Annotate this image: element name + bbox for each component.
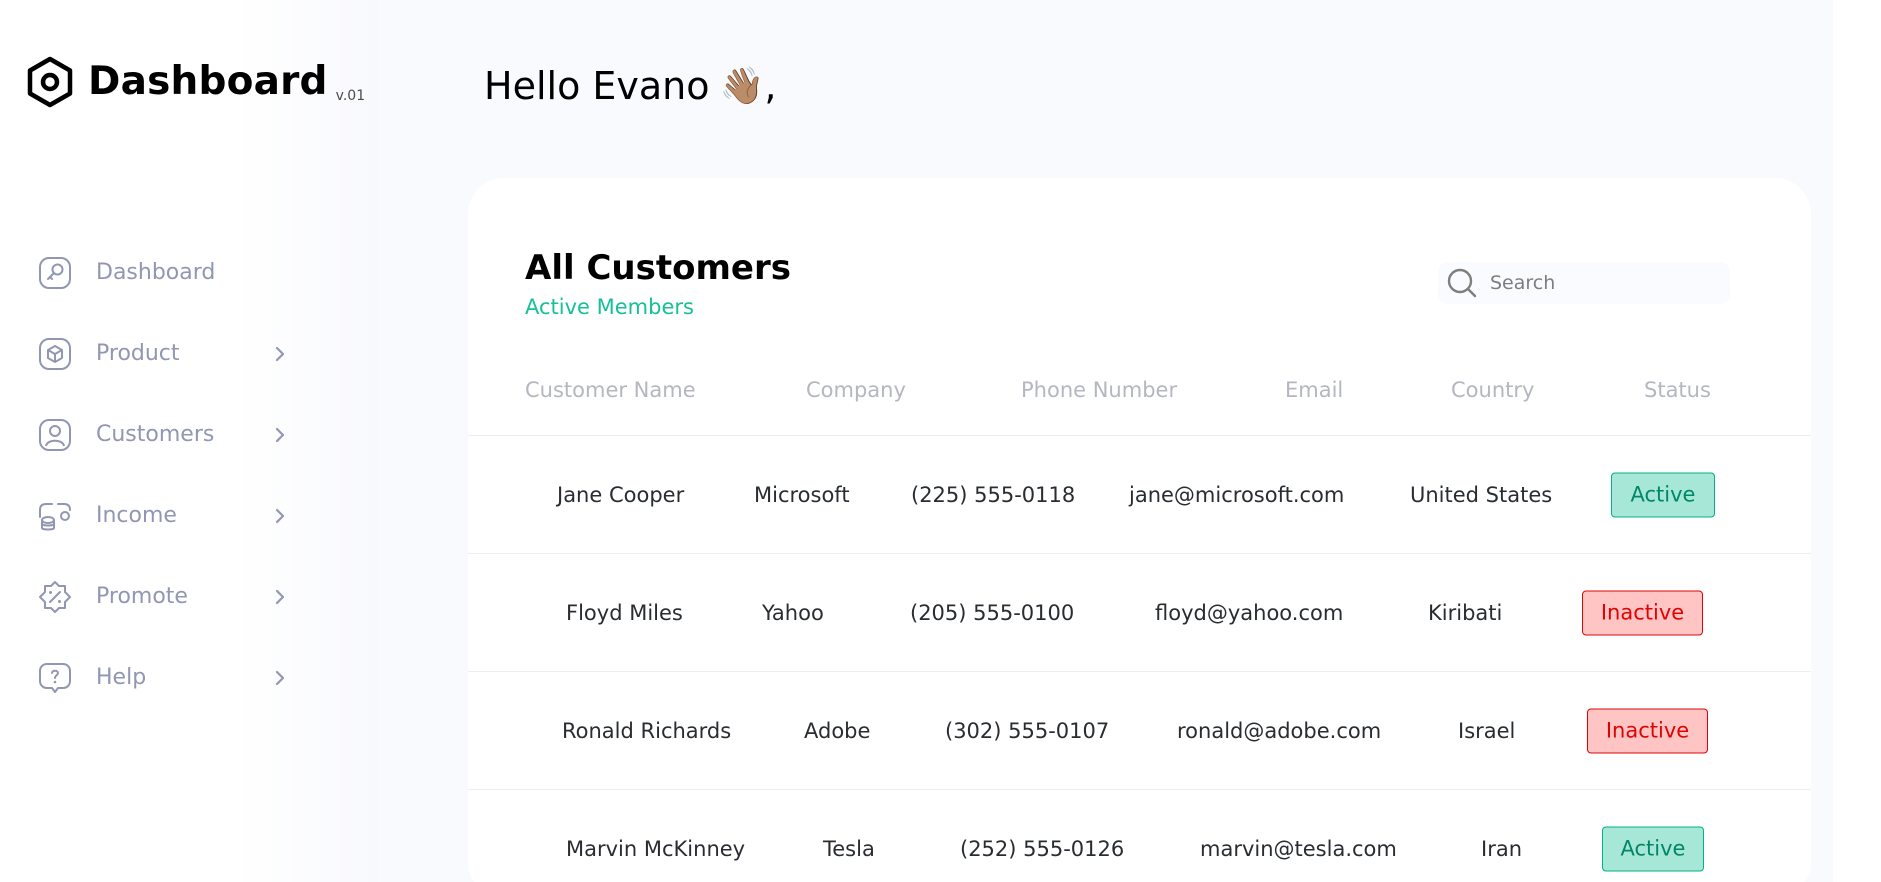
chevron-right-icon [275, 346, 285, 361]
cell-customer-name: Ronald Richards [562, 718, 732, 743]
cell-company: Microsoft [754, 482, 850, 507]
waving-hand-icon: 👋🏽 [719, 66, 765, 107]
discount-shape-icon [38, 580, 72, 614]
main-content: Hello Evano 👋🏽 , All Customers Active Me… [378, 0, 1833, 882]
table-row[interactable]: Marvin McKinney Tesla (252) 555-0126 mar… [468, 789, 1811, 882]
table-header: Customer Name Company Phone Number Email… [468, 378, 1811, 414]
message-question-icon [38, 661, 72, 695]
column-header-status[interactable]: Status [1644, 378, 1711, 402]
chevron-right-icon [275, 670, 285, 685]
status-badge: Inactive [1582, 590, 1703, 635]
search-box [1438, 262, 1730, 304]
greeting-suffix: , [764, 64, 777, 108]
cell-email[interactable]: marvin@tesla.com [1200, 837, 1397, 861]
greeting-text: Hello Evano [484, 64, 710, 108]
sidebar-item-promote[interactable]: Promote [38, 556, 288, 637]
cell-company: Yahoo [762, 600, 824, 625]
key-icon [38, 256, 72, 290]
sidebar-item-label: Dashboard [96, 260, 216, 285]
sidebar-item-help[interactable]: Help [38, 637, 288, 718]
sidebar-item-label: Income [96, 503, 177, 528]
cell-company: Tesla [823, 836, 875, 861]
column-header-company[interactable]: Company [806, 378, 906, 402]
table-row[interactable]: Floyd Miles Yahoo (205) 555-0100 floyd@y… [468, 553, 1811, 671]
column-header-customer-name[interactable]: Customer Name [525, 378, 696, 402]
brand: Dashboard v.01 [26, 56, 365, 108]
search-icon [1447, 268, 1477, 298]
brand-version: v.01 [335, 88, 366, 104]
cell-customer-name: Floyd Miles [566, 600, 683, 625]
table-row[interactable]: Jane Cooper Microsoft (225) 555-0118 jan… [468, 435, 1811, 553]
hexagon-logo-icon [27, 56, 73, 108]
sidebar-item-label: Promote [96, 584, 188, 609]
sidebar-item-product[interactable]: Product [38, 313, 288, 394]
cell-country: Kiribati [1428, 600, 1503, 625]
chevron-right-icon [275, 508, 285, 523]
greeting: Hello Evano 👋🏽 , [484, 64, 776, 108]
brand-title: Dashboard [88, 59, 328, 104]
sidebar-nav: Dashboard Product Customers Income Promo… [38, 232, 288, 718]
column-header-phone[interactable]: Phone Number [1021, 378, 1177, 402]
wallet-money-icon [38, 499, 72, 533]
cell-phone: (205) 555-0100 [910, 600, 1075, 625]
cell-email[interactable]: ronald@adobe.com [1177, 719, 1381, 743]
user-square-icon [38, 418, 72, 452]
cell-email[interactable]: floyd@yahoo.com [1155, 601, 1343, 625]
cell-phone: (252) 555-0126 [960, 836, 1125, 861]
card-title: All Customers [525, 248, 791, 288]
cell-email[interactable]: jane@microsoft.com [1129, 483, 1344, 507]
chevron-right-icon [275, 589, 285, 604]
table-row[interactable]: Ronald Richards Adobe (302) 555-0107 ron… [468, 671, 1811, 789]
sidebar: Dashboard v.01 Dashboard Product Custome… [0, 0, 378, 882]
card-subtitle[interactable]: Active Members [525, 295, 694, 319]
status-badge: Active [1611, 472, 1715, 517]
status-badge: Inactive [1587, 708, 1708, 753]
sidebar-item-label: Customers [96, 422, 215, 447]
cube-icon [38, 337, 72, 371]
column-header-country[interactable]: Country [1451, 378, 1534, 402]
chevron-right-icon [275, 427, 285, 442]
cell-country: United States [1410, 482, 1553, 507]
cell-country: Israel [1458, 718, 1516, 743]
search-input[interactable] [1490, 272, 1710, 294]
column-header-email[interactable]: Email [1285, 378, 1343, 402]
status-badge: Active [1602, 826, 1704, 871]
cell-phone: (302) 555-0107 [945, 718, 1110, 743]
sidebar-item-label: Help [96, 665, 147, 690]
cell-phone: (225) 555-0118 [911, 482, 1076, 507]
sidebar-item-dashboard[interactable]: Dashboard [38, 232, 288, 313]
cell-country: Iran [1481, 836, 1523, 861]
sidebar-item-income[interactable]: Income [38, 475, 288, 556]
sidebar-item-customers[interactable]: Customers [38, 394, 288, 475]
cell-company: Adobe [804, 718, 871, 743]
cell-customer-name: Marvin McKinney [566, 836, 746, 861]
customers-card: All Customers Active Members Customer Na… [468, 178, 1811, 882]
cell-customer-name: Jane Cooper [557, 482, 685, 507]
sidebar-item-label: Product [96, 341, 180, 366]
